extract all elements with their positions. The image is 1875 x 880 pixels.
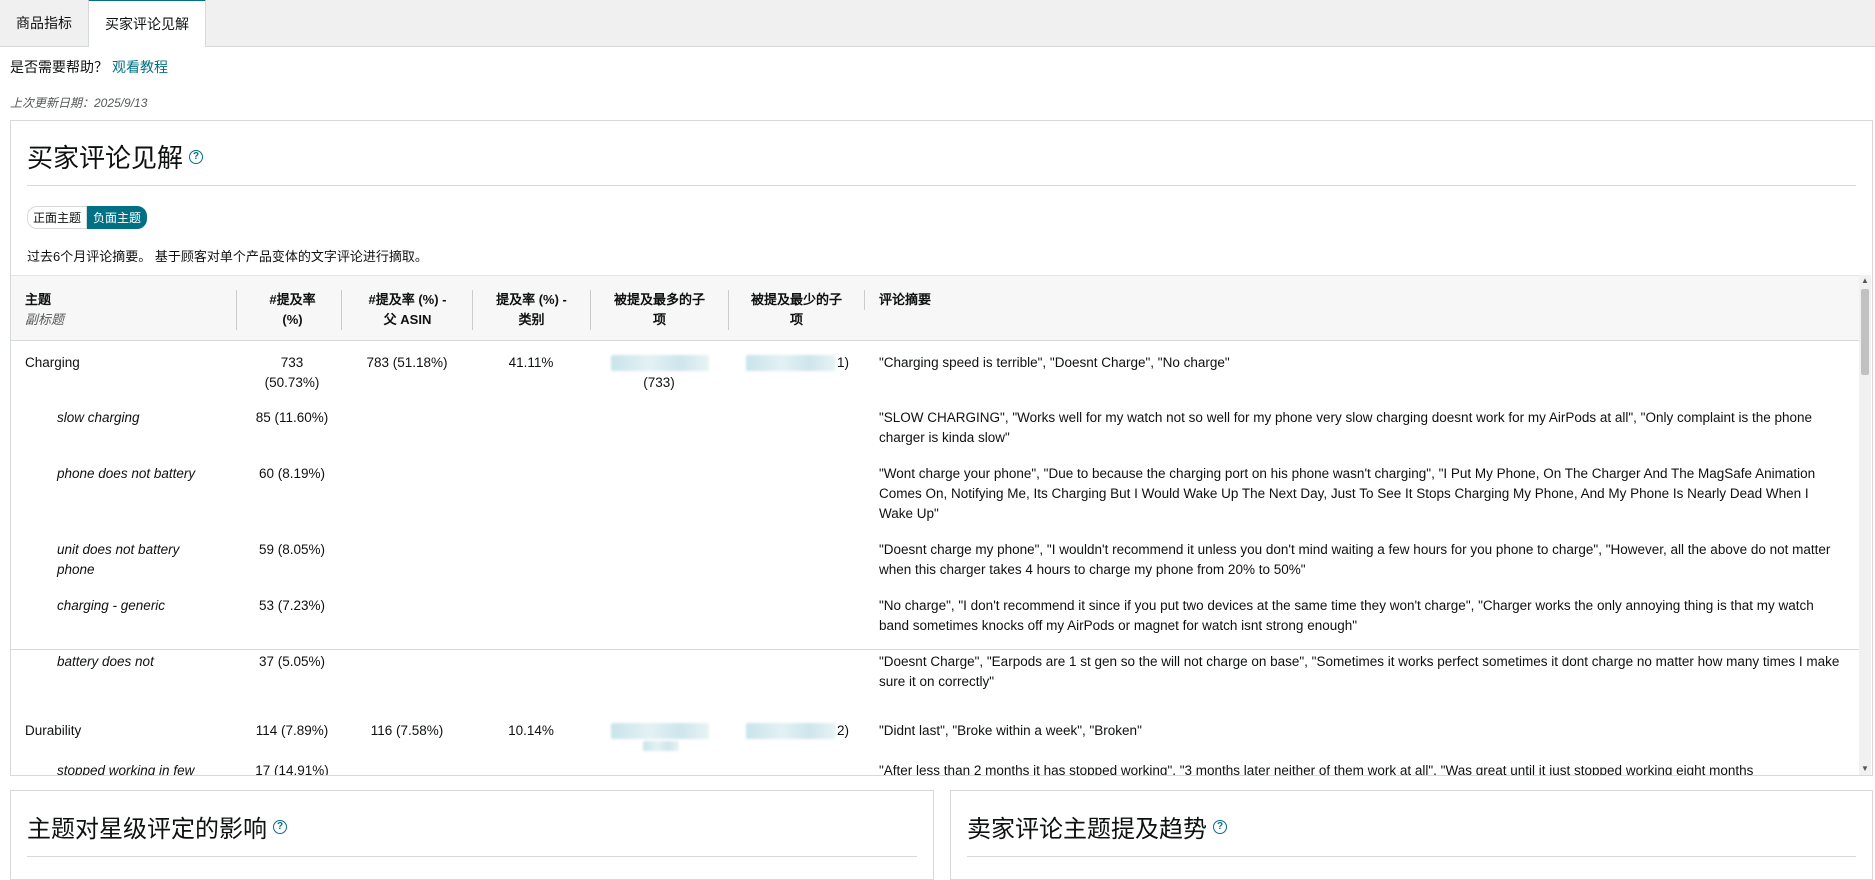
star-rating-impact-card: 主题对星级评定的影响 ?: [10, 790, 934, 880]
redacted-least-child: [746, 355, 836, 371]
parent-rate: 116 (7.58%): [370, 723, 444, 738]
tab-bar: 商品指标 买家评论见解: [0, 0, 1875, 47]
category-rate: 10.14%: [508, 723, 554, 738]
mention-rate: 59 (8.05%): [258, 542, 326, 557]
scroll-down-icon[interactable]: ▼: [1859, 763, 1871, 775]
help-text: 是否需要帮助？: [10, 59, 108, 75]
sub-theme-name: battery does not: [57, 654, 154, 669]
least-child-count: 2): [837, 723, 850, 738]
mention-rate: 85 (11.60%): [255, 410, 329, 425]
last-updated: 上次更新日期：2025/9/13: [10, 96, 148, 110]
theme-toggle: 正面主题 负面主题: [27, 206, 1872, 229]
header-parent-asin[interactable]: #提及率 (%) -父 ASIN: [341, 290, 473, 330]
scroll-up-icon[interactable]: ▲: [1859, 275, 1871, 287]
tab-review-insights[interactable]: 买家评论见解: [88, 0, 206, 47]
review-summary: "After less than 2 months it has stopped…: [879, 763, 1754, 775]
review-summary: "Doesnt charge my phone", "I wouldn't re…: [879, 542, 1831, 577]
positive-theme-button[interactable]: 正面主题: [27, 206, 88, 229]
review-summary: "Doesnt Charge", "Earpods are 1 st gen s…: [879, 654, 1840, 689]
review-insights-card: 买家评论见解 ? 正面主题 负面主题 过去6个月评论摘要。 基于顾客对单个产品变…: [10, 120, 1873, 776]
mention-rate: 53 (7.23%): [258, 598, 326, 613]
review-summary: "SLOW CHARGING", "Works well for my watc…: [879, 410, 1813, 445]
tutorial-link[interactable]: 观看教程: [112, 59, 168, 75]
redacted-least-child: [746, 723, 836, 739]
most-child-count: (733): [643, 375, 675, 390]
header-theme[interactable]: 主题 副标题: [25, 290, 64, 330]
card-title-text: 买家评论见解: [27, 143, 184, 173]
card-title: 卖家评论主题提及趋势 ?: [967, 809, 1856, 857]
header-category[interactable]: 提及率 (%) - 类别: [472, 290, 590, 330]
sub-theme-name: charging - generic: [57, 598, 166, 613]
redacted-most-child-count: [643, 741, 679, 751]
scroll-thumb[interactable]: [1861, 289, 1869, 375]
card-title: 买家评论见解 ?: [27, 138, 1856, 186]
review-summary: "No charge", "I don't recommend it since…: [879, 598, 1814, 633]
insights-table: 主题 副标题 #提及率 (%) #提及率 (%) -父 ASIN 提及率 (%) …: [11, 275, 1860, 775]
theme-name: Durability: [25, 723, 82, 738]
theme-name: Charging: [25, 355, 80, 370]
header-least-mentioned[interactable]: 被提及最少的子项: [728, 290, 864, 330]
row-divider: [11, 649, 1860, 650]
card-title: 主题对星级评定的影响 ?: [27, 809, 917, 857]
review-summary: "Charging speed is terrible", "Doesnt Ch…: [879, 355, 1230, 370]
mention-rate: 17 (14.91%): [255, 763, 329, 775]
sub-theme-name: slow charging: [57, 410, 140, 425]
least-child-count: 1): [837, 355, 850, 370]
info-icon[interactable]: ?: [1213, 819, 1227, 834]
review-summary: "Didnt last", "Broke within a week", "Br…: [879, 723, 1142, 738]
sub-theme-name: unit does not battery phone: [57, 542, 180, 577]
mention-rate: 114 (7.89%): [255, 723, 329, 738]
review-summary: "Wont charge your phone", "Due to becaus…: [879, 466, 1816, 521]
negative-theme-button[interactable]: 负面主题: [87, 206, 148, 229]
info-icon[interactable]: ?: [189, 149, 204, 164]
table-scrollbar[interactable]: ▲ ▼: [1859, 275, 1871, 775]
redacted-most-child: [611, 723, 709, 739]
redacted-most-child: [611, 355, 709, 371]
mention-rate: 60 (8.19%): [258, 466, 326, 481]
description: 过去6个月评论摘要。 基于顾客对单个产品变体的文字评论进行摘取。: [27, 249, 428, 264]
header-summary[interactable]: 评论摘要: [864, 290, 931, 310]
header-mention-rate[interactable]: #提及率 (%): [236, 290, 348, 330]
card-title-text: 卖家评论主题提及趋势: [967, 816, 1207, 843]
tab-product-metrics[interactable]: 商品指标: [0, 0, 88, 46]
card-title-text: 主题对星级评定的影响: [27, 816, 267, 843]
category-rate: 41.11%: [508, 355, 554, 370]
mention-rate: 37 (5.05%): [258, 654, 326, 669]
header-most-mentioned[interactable]: 被提及最多的子项: [590, 290, 728, 330]
theme-trend-card: 卖家评论主题提及趋势 ?: [950, 790, 1873, 880]
sub-theme-name: stopped working in few: [57, 763, 195, 775]
sub-theme-name: phone does not battery: [57, 466, 196, 481]
table-header: 主题 副标题 #提及率 (%) #提及率 (%) -父 ASIN 提及率 (%) …: [11, 275, 1860, 341]
parent-rate: 783 (51.18%): [366, 355, 448, 370]
mention-rate: 733 (50.73%): [264, 355, 320, 390]
help-line: 是否需要帮助？ 观看教程: [10, 57, 1875, 77]
info-icon[interactable]: ?: [273, 819, 287, 834]
